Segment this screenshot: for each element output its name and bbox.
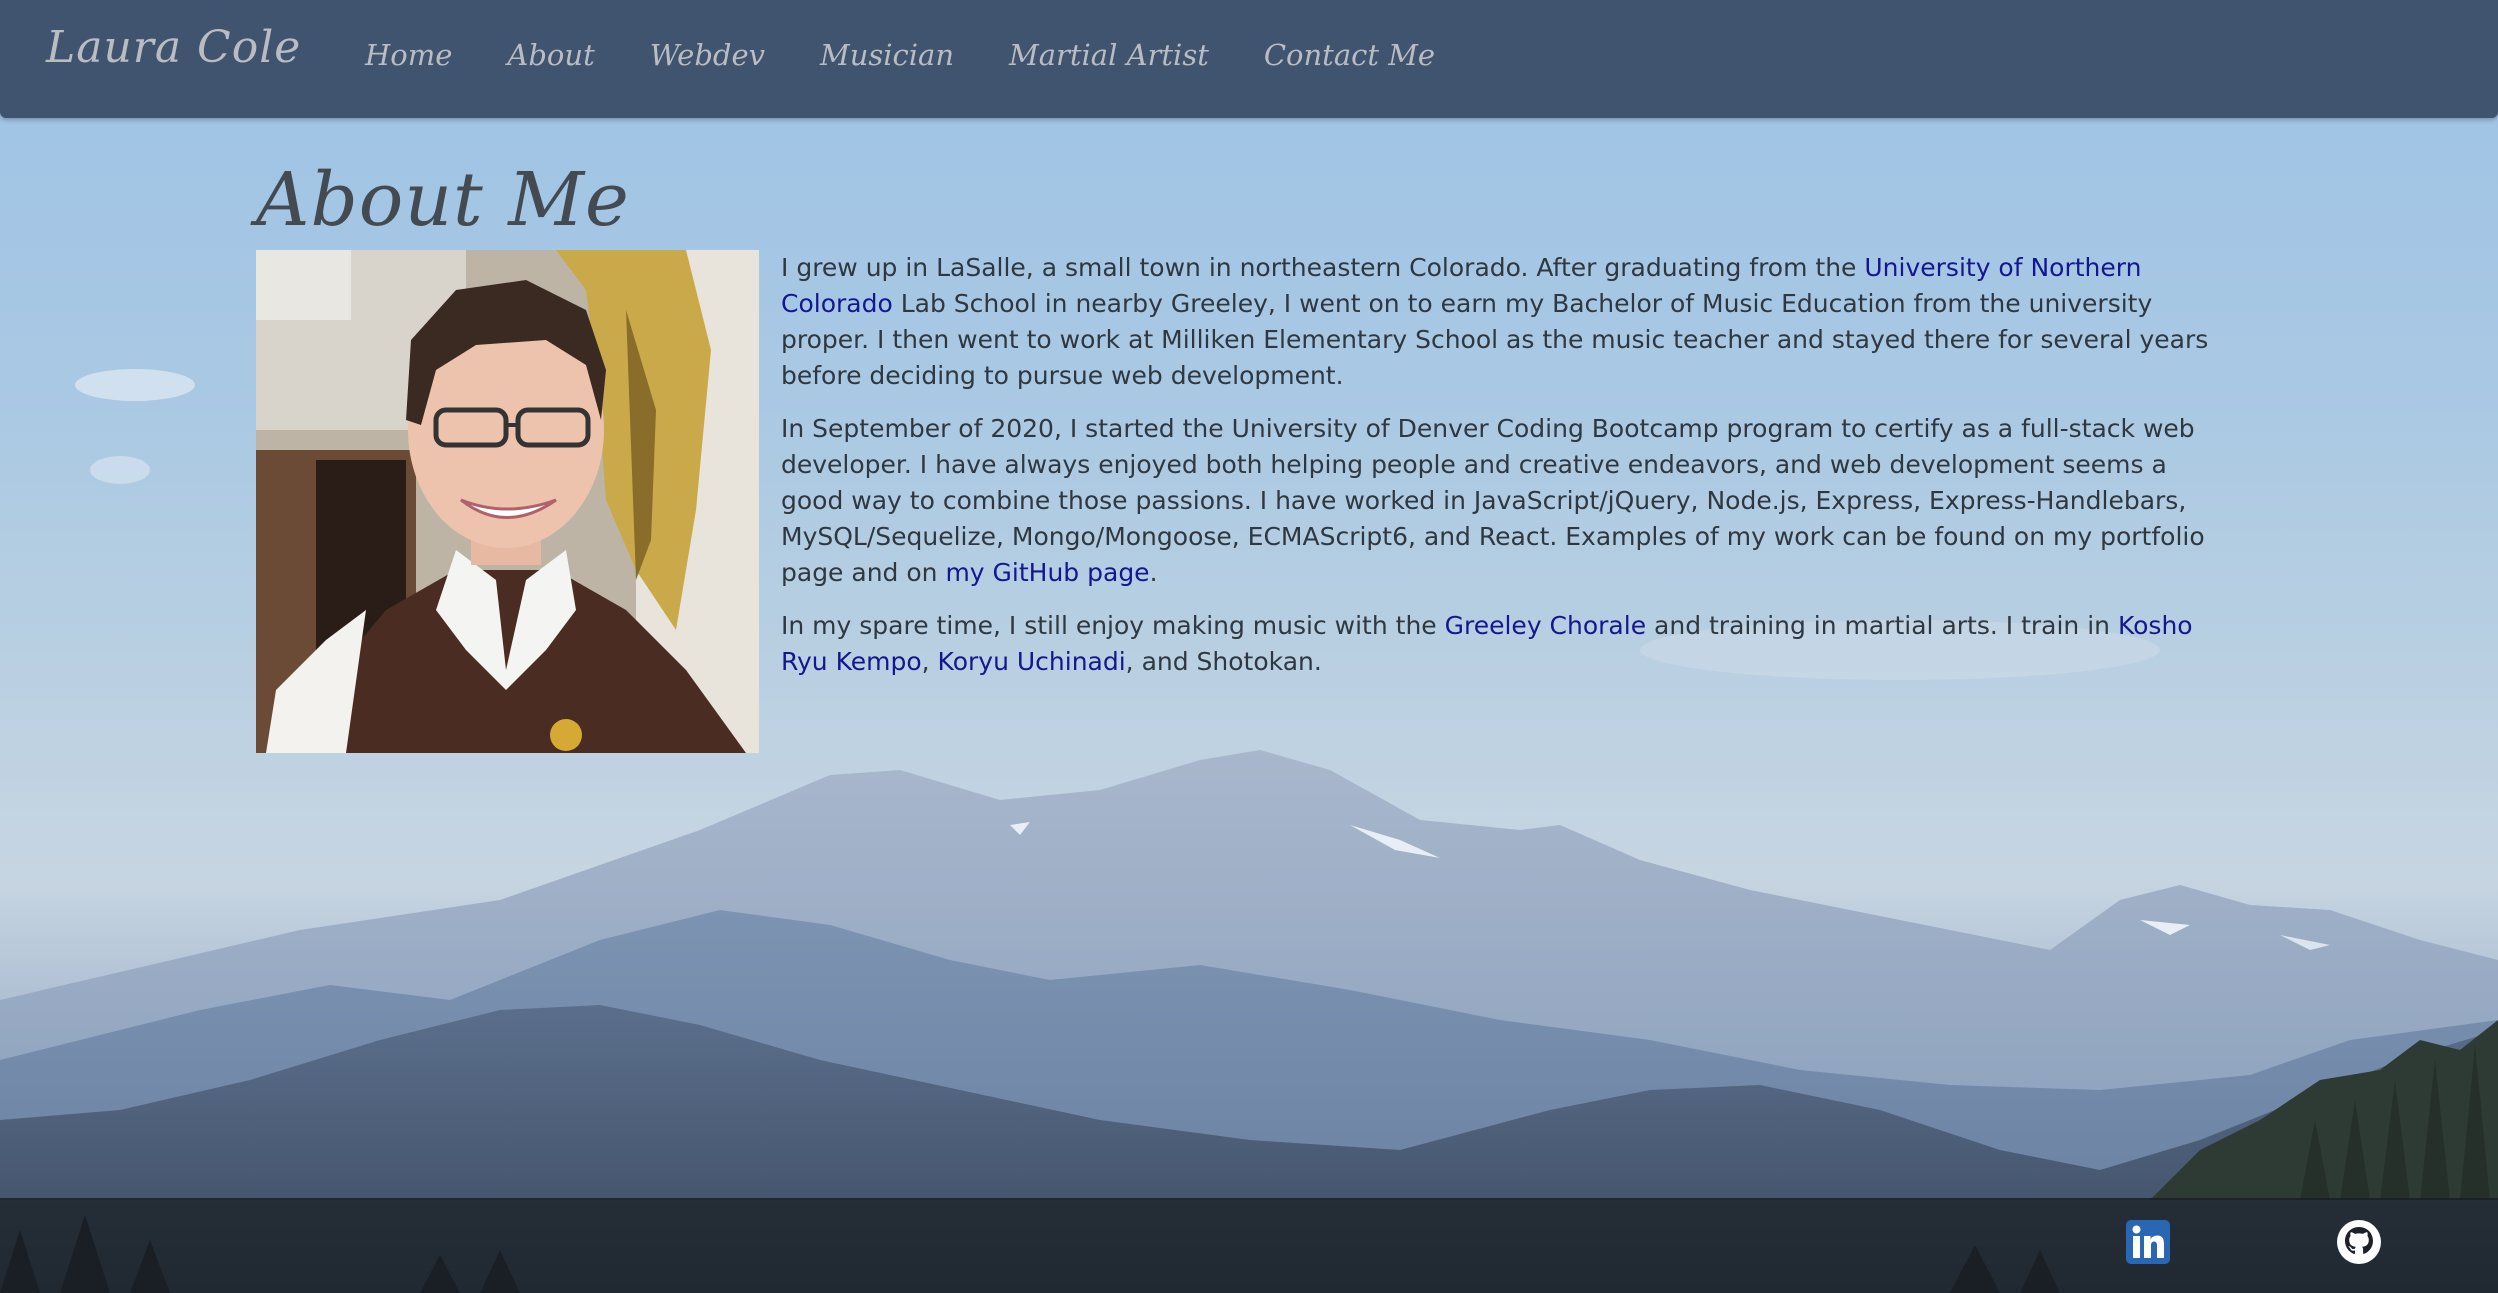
nav-webdev-link[interactable]: Webdev	[650, 38, 765, 72]
text-span: In my spare time, I still enjoy making m…	[781, 611, 1445, 640]
text-span: .	[1149, 558, 1158, 587]
koryu-uchinadi-link[interactable]: Koryu Uchinadi	[938, 647, 1126, 676]
page-title: About Me	[256, 157, 630, 243]
github-icon[interactable]	[2335, 1218, 2383, 1266]
about-text: I grew up in LaSalle, a small town in no…	[781, 250, 2221, 697]
greeley-chorale-link[interactable]: Greeley Chorale	[1445, 611, 1646, 640]
text-span: and training in martial arts. I train in	[1646, 611, 2118, 640]
nav-links: Home About Webdev Musician Martial Artis…	[365, 38, 1490, 72]
nav-martial-artist-link[interactable]: Martial Artist	[1009, 38, 1209, 72]
linkedin-icon[interactable]	[2124, 1218, 2172, 1266]
text-span: Lab School in nearby Greeley, I went on …	[781, 289, 2209, 390]
about-paragraph-2: In September of 2020, I started the Univ…	[781, 411, 2221, 591]
nav-home-link[interactable]: Home	[365, 38, 452, 72]
text-span: , and Shotokan.	[1125, 647, 1322, 676]
footer	[0, 1198, 2498, 1293]
nav-musician-link[interactable]: Musician	[820, 38, 954, 72]
github-page-link[interactable]: my GitHub page	[945, 558, 1149, 587]
profile-photo	[256, 250, 759, 753]
brand-link[interactable]: Laura Cole	[46, 22, 301, 73]
about-paragraph-1: I grew up in LaSalle, a small town in no…	[781, 250, 2221, 394]
nav-contact-link[interactable]: Contact Me	[1264, 38, 1435, 72]
about-paragraph-3: In my spare time, I still enjoy making m…	[781, 608, 2221, 680]
navbar: Laura Cole Home About Webdev Musician Ma…	[0, 0, 2498, 118]
about-section: About Me I grew up in LaSalle, a small t…	[256, 150, 2216, 753]
text-span: I grew up in LaSalle, a small town in no…	[781, 253, 1865, 282]
nav-about-link[interactable]: About	[507, 38, 594, 72]
text-span: ,	[921, 647, 938, 676]
